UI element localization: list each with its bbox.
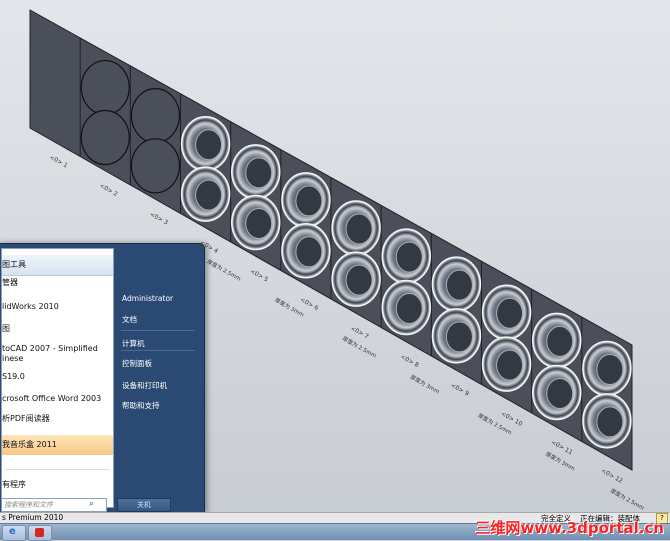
part-label: <0> 3	[148, 211, 169, 227]
search-icon[interactable]: ⌕	[89, 499, 94, 509]
site-watermark: 三维网www.3dportal.cn	[475, 519, 664, 537]
fringe-note: 厚度为 2.5mm	[206, 257, 243, 282]
start-right-item[interactable]: 控制面板	[122, 358, 152, 369]
part-label: <0> 8	[399, 353, 420, 369]
circular-cutout	[80, 59, 130, 116]
hole-bore	[496, 349, 524, 381]
hole-bore	[345, 213, 373, 245]
right-pane-separator	[121, 350, 195, 351]
fringe-note: 厚度为 2.5mm	[609, 486, 646, 511]
circular-cutout	[130, 88, 181, 144]
start-right-item[interactable]: 帮助和支持	[122, 400, 160, 411]
hole-bore	[445, 321, 473, 353]
start-menu[interactable]: 图工具 管器 lidWorks 2010 图 toCAD 2007 - Simplifi…	[0, 243, 205, 513]
hole-bore	[345, 264, 373, 296]
hole-bore	[245, 157, 273, 189]
hole-bore	[596, 406, 624, 438]
right-pane-separator	[121, 330, 195, 331]
hole-bore	[546, 377, 574, 409]
program-item[interactable]: lidWorks 2010	[2, 301, 113, 313]
program-item[interactable]: 图工具	[2, 255, 113, 276]
app-icon	[35, 528, 44, 537]
hole-bore	[596, 353, 624, 385]
program-item[interactable]: 析PDF阅读器	[2, 413, 113, 425]
program-item[interactable]: 我音乐盒 2011	[2, 435, 113, 455]
app-title-text: s Premium 2010	[2, 513, 64, 522]
fringe-note: 厚度为 2.5mm	[341, 334, 378, 359]
part-label: <0> 9	[449, 382, 470, 398]
fringe-note: 厚度为 3mm	[409, 373, 441, 396]
program-item[interactable]: 管器	[2, 277, 113, 289]
part-label: <0> 7	[349, 325, 370, 341]
start-right-item[interactable]: 文档	[122, 314, 137, 325]
hole-bore	[195, 179, 223, 211]
hole-bore	[195, 129, 223, 161]
hole-bore	[295, 185, 323, 217]
program-list: 图工具 管器 lidWorks 2010 图 toCAD 2007 - Simplifi…	[1, 248, 114, 508]
part-label: <0> 6	[299, 296, 320, 312]
program-item[interactable]: S19.0	[2, 371, 113, 383]
program-list-separator	[6, 469, 109, 470]
program-item[interactable]: inese	[2, 353, 113, 365]
start-right-item[interactable]: 计算机	[122, 338, 145, 349]
part-label: <0> 12	[600, 467, 624, 485]
hole-bore	[496, 297, 524, 329]
circular-cutout	[80, 109, 130, 166]
circular-cutout	[130, 138, 181, 194]
ie-icon: e	[9, 526, 16, 537]
shutdown-button[interactable]: 关机	[117, 498, 171, 512]
start-right-item[interactable]: Administrator	[122, 294, 173, 303]
hole-bore	[295, 236, 323, 268]
hole-bore	[395, 292, 423, 324]
program-item[interactable]: 图	[2, 323, 113, 335]
part-label: <0> 1	[48, 154, 69, 170]
hole-bore	[395, 241, 423, 273]
program-item[interactable]: crosoft Office Word 2003	[2, 393, 113, 405]
hole-bore	[546, 325, 574, 357]
part-label: <0> 5	[249, 268, 270, 284]
program-item[interactable]: 有程序	[2, 479, 113, 491]
hole-bore	[245, 207, 273, 239]
part-label: <0> 2	[98, 182, 119, 198]
start-right-item[interactable]: 设备和打印机	[122, 380, 167, 391]
hole-bore	[445, 269, 473, 301]
